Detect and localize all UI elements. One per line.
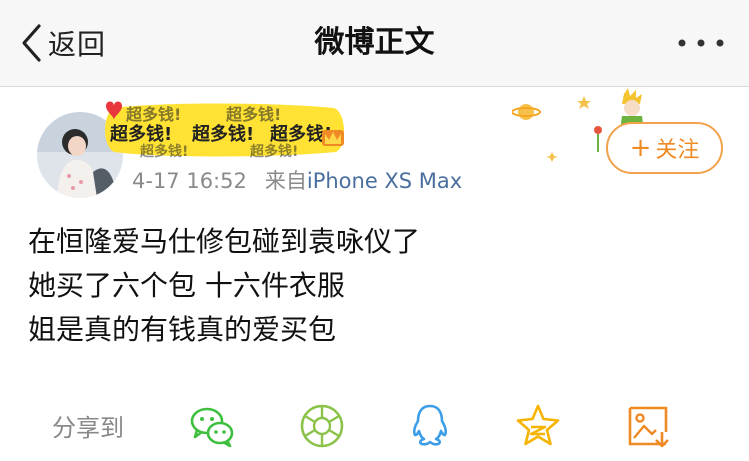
vip-crown-icon bbox=[322, 130, 344, 146]
post-meta: 4-17 16:52 来自iPhone XS Max bbox=[132, 165, 462, 195]
save-image-icon[interactable] bbox=[624, 402, 672, 450]
plus-icon: + bbox=[629, 133, 652, 163]
qzone-icon[interactable] bbox=[514, 402, 562, 450]
follow-label: 关注 bbox=[655, 138, 700, 163]
badge-text-bottom: 超多钱! bbox=[139, 143, 188, 158]
badge-text: 超多钱! bbox=[110, 123, 172, 145]
post-text-line: 她买了六个包 十六件衣服 bbox=[28, 269, 345, 302]
badge-text-2: 超多钱! bbox=[192, 123, 254, 145]
page-title: 微博正文 bbox=[314, 25, 435, 60]
post-text-line: 在恒隆爱马仕修包碰到袁咏仪了 bbox=[28, 225, 421, 258]
post-content: 在恒隆爱马仕修包碰到袁咏仪了 她买了六个包 十六件衣服 姐是真的有钱真的爱买包 bbox=[28, 220, 728, 352]
share-label: 分享到 bbox=[52, 414, 124, 442]
top-navbar: 返回 微博正文 bbox=[0, 0, 749, 87]
moments-icon[interactable] bbox=[298, 402, 346, 450]
post-time: 4-17 16:52 bbox=[132, 169, 247, 193]
chevron-left-icon bbox=[22, 24, 41, 62]
more-options-icon[interactable] bbox=[675, 33, 727, 53]
post-text-line: 姐是真的有钱真的爱买包 bbox=[28, 313, 337, 346]
rose-icon bbox=[594, 126, 602, 152]
badge-text-top-2: 超多钱! bbox=[225, 105, 281, 124]
source-device-link[interactable]: iPhone XS Max bbox=[307, 169, 462, 193]
planet-icon bbox=[512, 104, 541, 120]
wechat-icon[interactable] bbox=[188, 402, 236, 450]
source-prefix: 来自 bbox=[264, 169, 307, 193]
follow-button[interactable]: + 关注 bbox=[606, 122, 723, 174]
username-badge[interactable]: 超多钱! 超多钱! 超多钱! 超多钱! 超多钱! 超多钱! 超多钱! bbox=[100, 100, 350, 158]
star-icon bbox=[577, 96, 591, 109]
qq-icon[interactable] bbox=[406, 402, 454, 450]
back-label: 返回 bbox=[48, 28, 107, 61]
badge-text-top: 超多钱! bbox=[125, 105, 181, 124]
badge-text-bottom-2: 超多钱! bbox=[249, 143, 298, 158]
back-button[interactable]: 返回 bbox=[20, 22, 106, 64]
